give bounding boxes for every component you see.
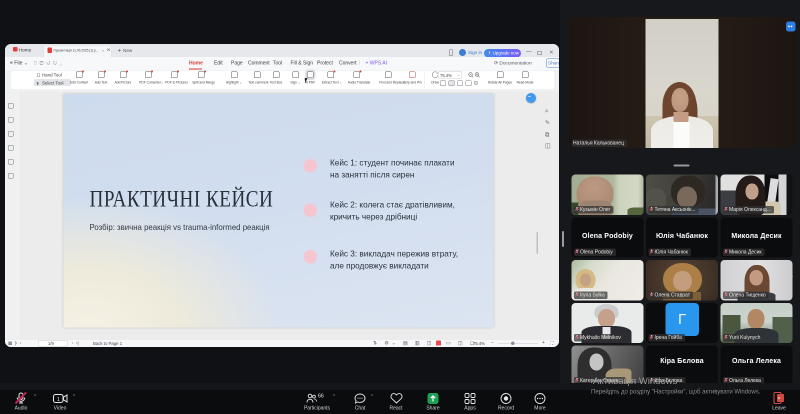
- svg-text:1: 1: [57, 397, 60, 403]
